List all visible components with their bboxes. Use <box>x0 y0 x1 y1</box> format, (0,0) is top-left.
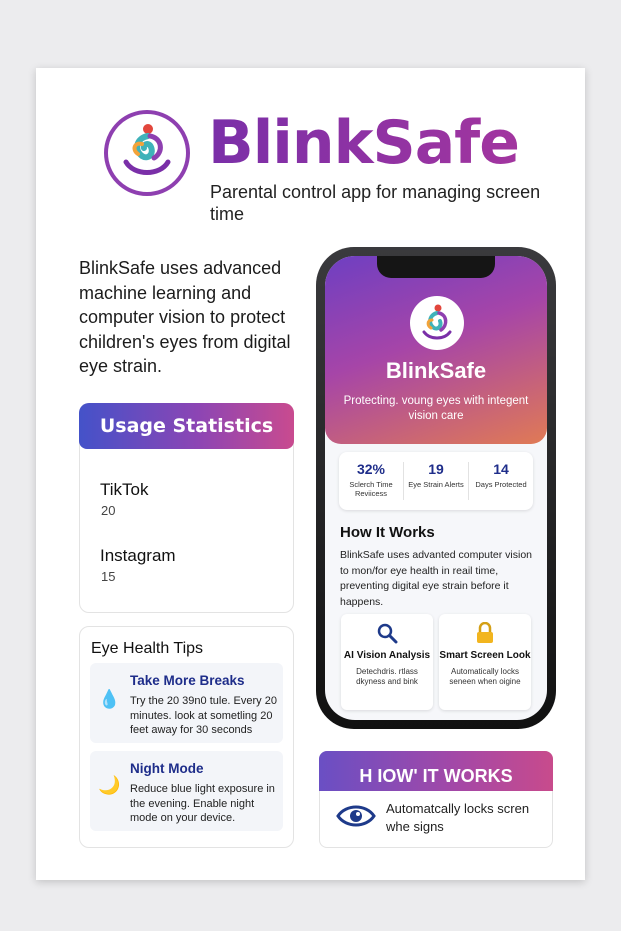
tip-title: Take More Breaks <box>130 673 245 688</box>
app-title: BlinkSafe <box>208 108 520 178</box>
app-logo-icon <box>410 296 464 350</box>
eye-icon <box>336 802 376 830</box>
water-drop-icon: 💧 <box>98 689 121 709</box>
phone-mockup: BlinkSafe Protecting. voung eyes with in… <box>316 247 556 729</box>
feature-ai-vision[interactable]: AI Vision Analysis Detechdris. rtlass dk… <box>341 614 433 710</box>
feature-text: Detechdris. rtlass dkyness and bink <box>356 666 418 686</box>
eye-health-tips-card: Eye Health Tips 💧 Take More Breaks Try t… <box>79 626 294 848</box>
stat-label: Days Protected <box>475 480 527 489</box>
feature-text: Automatically locks seneen when oigine <box>449 666 521 686</box>
stat-value: 32% <box>356 461 386 477</box>
how-it-works-description: Automatcally locks scren whe signs <box>386 801 530 834</box>
tip-take-more-breaks: 💧 Take More Breaks Try the 20 39n0 tule.… <box>90 663 283 743</box>
app-name-instagram: Instagram <box>100 546 176 565</box>
feature-smart-screen-lock[interactable]: Smart Screen Look Automatically locks se… <box>439 614 531 710</box>
stat-days-protected: 14 Days Protected <box>469 452 533 510</box>
how-it-works-title: How It Works <box>340 524 435 541</box>
stat-value: 19 <box>428 461 444 477</box>
intro-text: BlinkSafe uses advanced machine learning… <box>79 258 291 376</box>
usage-statistics-card: Usage Statistics TikTok 20 Instagram 15 <box>79 403 294 613</box>
stat-label: Eye Strain Alerts <box>408 480 464 489</box>
how-it-works-text: BlinkSafe uses advanted computer vision … <box>340 549 533 608</box>
stat-label: Sclerch Time Reviicess <box>349 480 393 498</box>
tip-text: Reduce blue light exposure in the evenin… <box>130 783 275 824</box>
feature-title: Smart Screen Look <box>439 650 531 661</box>
stat-screen-time: 32% Sclerch Time Reviicess <box>339 452 403 510</box>
feature-title: AI Vision Analysis <box>343 650 431 661</box>
magnifier-icon <box>341 622 433 644</box>
tip-text: Try the 20 39n0 tule. Every 20 minutes. … <box>130 695 277 736</box>
usage-statistics-header: Usage Statistics <box>79 403 294 449</box>
how-it-works-header: H IOW' IT WORKS <box>319 751 553 791</box>
app-usage-tiktok: 20 <box>101 503 116 518</box>
blinksafe-logo <box>104 110 190 196</box>
tip-title: Night Mode <box>130 761 204 776</box>
phone-app-title: BlinkSafe <box>385 358 487 383</box>
app-name-tiktok: TikTok <box>100 480 149 499</box>
app-usage-instagram: 15 <box>101 569 116 584</box>
phone-screen: BlinkSafe Protecting. voung eyes with in… <box>325 256 547 720</box>
moon-icon: 🌙 <box>98 775 121 795</box>
how-it-works-card: H IOW' IT WORKS Automatcally locks scren… <box>319 751 553 848</box>
stats-panel: 32% Sclerch Time Reviicess 19 Eye Strain… <box>339 452 533 510</box>
phone-app-subtitle: Protecting. voung eyes with integent vis… <box>343 395 529 422</box>
eye-health-tips-title: Eye Health Tips <box>91 640 204 657</box>
stat-value: 14 <box>493 461 509 477</box>
family-care-icon <box>123 124 171 175</box>
app-hero-banner: BlinkSafe Protecting. voung eyes with in… <box>325 256 547 444</box>
lock-icon <box>439 621 531 644</box>
app-subtitle: Parental control app for managing screen… <box>210 182 541 224</box>
phone-notch <box>377 256 495 278</box>
tip-night-mode: 🌙 Night Mode Reduce blue light exposure … <box>90 751 283 831</box>
stat-eye-strain-alerts: 19 Eye Strain Alerts <box>404 452 468 510</box>
